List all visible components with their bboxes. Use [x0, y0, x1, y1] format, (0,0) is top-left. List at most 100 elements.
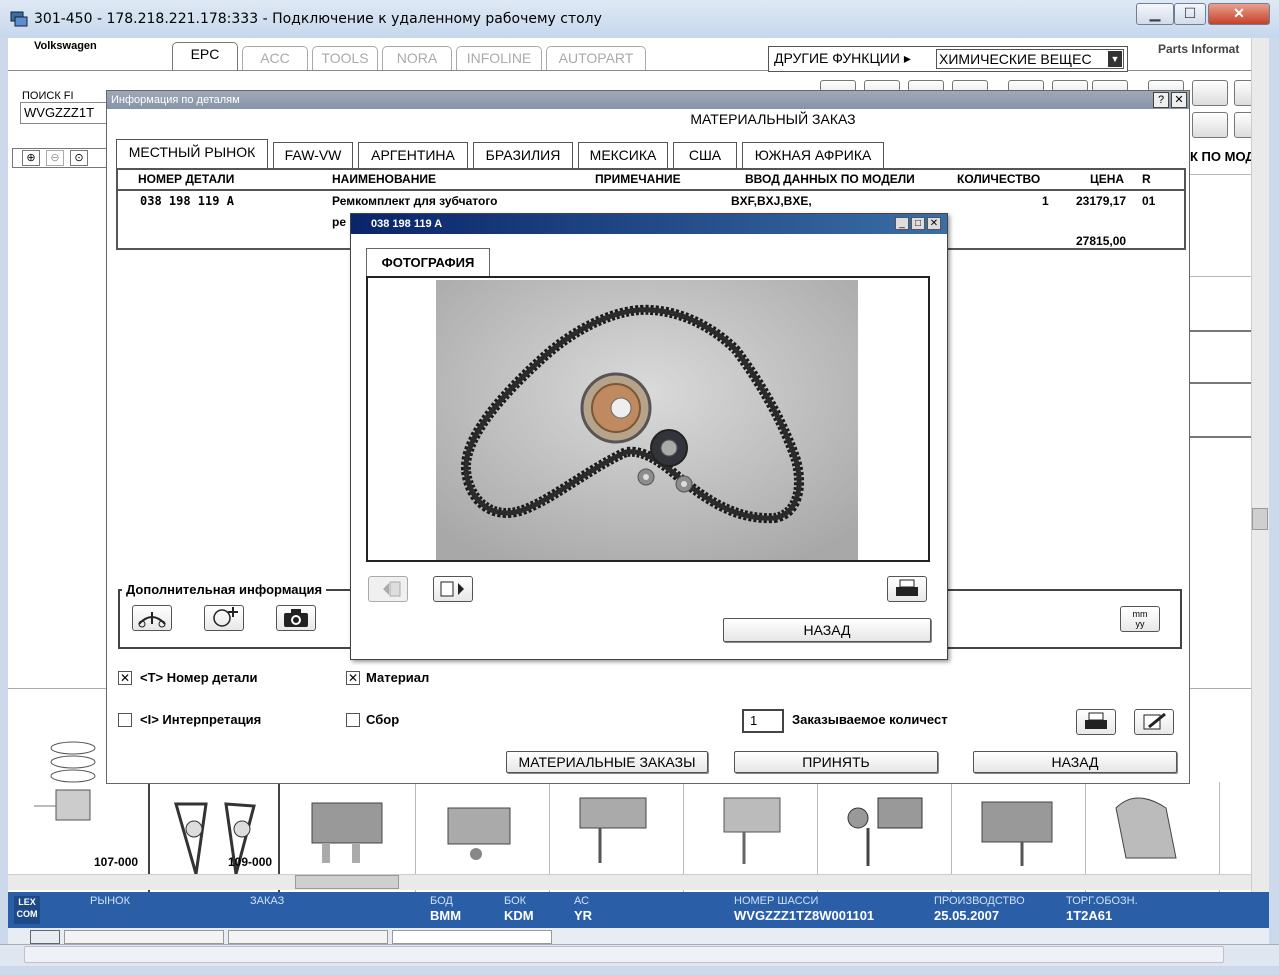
help-button[interactable]: ? — [1153, 92, 1169, 108]
yy-label: yy — [1135, 619, 1145, 629]
thumbnail-label-109-000[interactable]: 109-000 — [228, 855, 272, 869]
tab-acc[interactable]: ACC — [242, 46, 308, 70]
dropdown-arrow-icon[interactable]: ▼ — [1108, 51, 1122, 67]
search-label: ПОИСК FI — [22, 90, 74, 102]
material-orders-button[interactable]: МАТЕРИАЛЬНЫЕ ЗАКАЗЫ — [506, 751, 708, 773]
vertical-scrollbar[interactable] — [1251, 38, 1269, 893]
photo-frame — [366, 276, 930, 562]
edit-button[interactable] — [1134, 709, 1174, 735]
row-price-total: 27815,00 — [1076, 234, 1127, 248]
lexcom-logo: LEX COM — [14, 896, 40, 924]
prev-arrow-icon — [383, 581, 401, 597]
photo-back-button[interactable]: НАЗАД — [723, 618, 931, 642]
dialog-close-button[interactable]: ✕ — [1171, 92, 1187, 108]
prev-photo-button[interactable] — [368, 576, 408, 602]
cylinder-head-icon — [723, 797, 781, 864]
window-titlebar: 301-450 - 178.218.221.178:333 - Подключе… — [0, 0, 1279, 38]
zoom-in-icon[interactable]: ⊕ — [22, 150, 40, 166]
order-quantity-label: Заказываемое количест — [792, 712, 948, 727]
checkbox-interpretation[interactable] — [118, 713, 132, 727]
tab-epc[interactable]: EPC — [172, 42, 238, 70]
printer-icon — [896, 579, 918, 596]
tab-faw-vw[interactable]: FAW-VW — [273, 142, 353, 168]
brand-right-label: Parts Informat — [1158, 42, 1240, 56]
next-photo-button[interactable] — [433, 576, 473, 602]
col-r: R — [1142, 172, 1151, 186]
print-button[interactable] — [1076, 709, 1116, 735]
close-button[interactable]: ✕ — [1208, 3, 1270, 25]
cylinder-head-icon — [447, 807, 511, 860]
status-key-trade: ТОРГ.ОБОЗН. — [1066, 895, 1138, 907]
tab-infoline[interactable]: INFOLINE — [456, 46, 542, 70]
engine-block-icon — [981, 801, 1053, 866]
status-value-chassis: WVGZZZ1TZ8W001101 — [734, 908, 875, 923]
next-arrow-icon — [440, 581, 464, 597]
task-item-2[interactable] — [64, 930, 224, 944]
brand-label: Volkswagen — [34, 40, 97, 52]
vertical-scrollbar-thumb[interactable] — [1252, 508, 1268, 530]
first-page-icon[interactable] — [1192, 112, 1228, 138]
task-item-1[interactable] — [30, 930, 60, 944]
mm-yy-button[interactable]: mm yy — [1120, 606, 1160, 632]
accept-button[interactable]: ПРИНЯТЬ — [734, 751, 938, 773]
right-panel-label: К ПО МОД — [1190, 149, 1255, 164]
photo-maximize-button[interactable]: □ — [911, 217, 925, 230]
window-title: 301-450 - 178.218.221.178:333 - Подключе… — [34, 11, 602, 27]
row-price: 23179,17 — [1076, 194, 1127, 208]
status-key-chassis: НОМЕР ШАССИ — [734, 895, 819, 907]
cylinder-head-icon — [579, 797, 647, 863]
photo-button[interactable] — [276, 605, 316, 631]
chemicals-dropdown[interactable]: ХИМИЧЕСКИЕ ВЕЩЕС — [936, 49, 1124, 69]
extra-info-label: Дополнительная информация — [122, 582, 327, 597]
order-quantity-input[interactable]: 1 — [742, 709, 784, 733]
row-r: 01 — [1142, 194, 1156, 208]
tab-autopart[interactable]: AUTOPART — [546, 46, 646, 70]
tab-usa[interactable]: США — [673, 142, 737, 168]
horizontal-scrollbar-thumb[interactable] — [295, 875, 399, 889]
status-key-order: ЗАКАЗ — [250, 895, 285, 907]
prev-page-icon[interactable] — [1192, 80, 1228, 106]
diagram-button[interactable] — [132, 605, 172, 631]
circle-plus-icon — [213, 607, 238, 627]
tab-brazil[interactable]: БРАЗИЛИЯ — [473, 142, 573, 168]
photo-dialog: 038 198 119 A _ □ ✕ ФОТОГРАФИЯ НАЗАД — [350, 213, 948, 660]
tab-local-market[interactable]: МЕСТНЫЙ РЫНОК — [116, 139, 268, 169]
checkbox-material[interactable]: ✕ — [346, 671, 360, 685]
row-part-number[interactable]: 038 198 119 A — [140, 194, 234, 208]
row-quantity: 1 — [1042, 194, 1049, 208]
col-model: ВВОД ДАННЫХ ПО МОДЕЛИ — [745, 172, 915, 186]
rdp-scrollbar-thumb[interactable] — [24, 946, 1224, 963]
task-item-4[interactable] — [392, 930, 552, 944]
back-button[interactable]: НАЗАД — [973, 751, 1177, 773]
zoom-fit-icon[interactable]: ⊙ — [70, 150, 88, 166]
horizontal-scrollbar[interactable] — [8, 874, 1251, 890]
photo-minimize-button[interactable]: _ — [895, 217, 909, 230]
tab-argentina[interactable]: АРГЕНТИНА — [358, 142, 468, 168]
thumbnail-label-107[interactable]: 107-000 — [94, 855, 138, 869]
status-key-bok: БОК — [504, 895, 527, 907]
tab-mexico[interactable]: МЕКСИКА — [578, 142, 668, 168]
zoom-out-icon[interactable]: ⊖ — [46, 150, 64, 166]
col-part-number: НОМЕР ДЕТАЛИ — [138, 172, 235, 186]
tab-photo[interactable]: ФОТОГРАФИЯ — [366, 248, 490, 276]
other-functions-button[interactable]: ДРУГИЕ ФУНКЦИИ ▸ — [774, 50, 911, 67]
add-detail-button[interactable] — [204, 605, 244, 631]
diagram-icon — [138, 612, 166, 628]
photo-close-button[interactable]: ✕ — [927, 217, 941, 230]
photo-print-button[interactable] — [887, 576, 927, 602]
part-info-dialog-titlebar: Информация по деталям — [107, 91, 1189, 109]
tab-south-africa[interactable]: ЮЖНАЯ АФРИКА — [742, 142, 884, 168]
minimize-button[interactable]: ▁ — [1136, 3, 1174, 25]
maximize-button[interactable]: ☐ — [1174, 3, 1206, 25]
checkbox-collect[interactable] — [346, 713, 360, 727]
tab-nora[interactable]: NORA — [382, 46, 452, 70]
checkbox-part-number[interactable]: ✕ — [118, 671, 132, 685]
row-model: BXF,BXJ,BXE, — [731, 194, 812, 208]
task-item-3[interactable] — [228, 930, 388, 944]
printer-icon — [1085, 712, 1107, 729]
search-input[interactable]: WVGZZZ1T — [20, 102, 108, 124]
col-note: ПРИМЕЧАНИЕ — [595, 172, 681, 186]
row-name-cont: ре — [332, 215, 347, 229]
tab-tools[interactable]: TOOLS — [312, 46, 378, 70]
status-key-market: РЫНОК — [90, 895, 130, 907]
